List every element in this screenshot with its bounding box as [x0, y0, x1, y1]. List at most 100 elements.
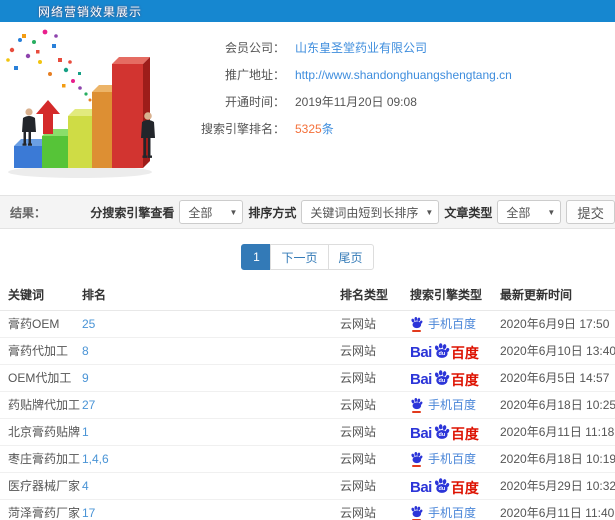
up-arrow — [36, 100, 60, 134]
table-header-row: 关键词 排名 排名类型 搜索引擎类型 最新更新时间 — [0, 280, 615, 311]
svg-text:du: du — [438, 378, 445, 384]
baidu-paw-icon: du — [434, 477, 450, 493]
rank-link[interactable]: 27 — [82, 398, 95, 412]
baidu-logo-cn: 百度 — [450, 425, 479, 442]
info-row: 会员公司： 山东皇圣堂药业有限公司 — [185, 34, 615, 61]
rank-type-cell: 云网站 — [338, 337, 408, 365]
article-type-select[interactable]: 全部 ▼ — [497, 200, 562, 224]
info-value-link[interactable]: http://www.shandonghuangshengtang.cn — [295, 68, 512, 82]
column-header: 搜索引擎类型 — [408, 280, 498, 311]
engine-cell: Bai du 百度 — [408, 472, 498, 500]
engine-cell: 手机百度 — [408, 445, 498, 473]
updated-cell: 2020年6月5日 14:57 — [498, 364, 615, 392]
rank-cell: 17 — [80, 499, 338, 520]
rank-type-cell: 云网站 — [338, 364, 408, 392]
baidu-logo[interactable]: Bai du 百度 — [410, 342, 479, 360]
chevron-down-icon: ▼ — [547, 207, 556, 217]
keyword-cell: 北京膏药贴牌 — [0, 418, 80, 446]
paw-underline — [412, 329, 421, 332]
rank-cell: 27 — [80, 391, 338, 419]
rank-type-cell: 云网站 — [338, 310, 408, 338]
svg-text:du: du — [438, 432, 445, 438]
keyword-cell: 医疗器械厂家 — [0, 472, 80, 500]
result-label: 结果： — [10, 205, 47, 220]
rank-link[interactable]: 1 — [82, 425, 89, 439]
baidu-logo-cn: 百度 — [450, 479, 479, 496]
updated-cell: 2020年6月18日 10:25 — [498, 391, 615, 419]
rank-link[interactable]: 1,4,6 — [82, 452, 109, 466]
baidu-logo[interactable]: Bai du 百度 — [410, 477, 479, 495]
rank-type-cell: 云网站 — [338, 391, 408, 419]
updated-cell: 2020年6月18日 10:19 — [498, 445, 615, 473]
column-header: 关键词 — [0, 280, 80, 311]
rank-cell: 1,4,6 — [80, 445, 338, 473]
engine-filter-label: 分搜索引擎查看 — [90, 205, 175, 220]
svg-text:du: du — [438, 351, 445, 357]
chevron-down-icon: ▼ — [425, 207, 434, 217]
rank-cell: 4 — [80, 472, 338, 500]
info-panel: 会员公司： 山东皇圣堂药业有限公司 推广地址： http://www.shandong… — [185, 26, 615, 190]
article-filter-label: 文章类型 — [444, 205, 493, 220]
paw-underline — [412, 464, 421, 467]
updated-cell: 2020年6月9日 17:50 — [498, 310, 615, 338]
baidu-logo-cn: 百度 — [450, 344, 479, 361]
mobile-baidu-label: 手机百度 — [428, 506, 477, 520]
mobile-baidu-logo[interactable]: 手机百度 — [410, 396, 476, 413]
rank-cell: 9 — [80, 364, 338, 392]
table-row: 膏药代加工 8 云网站 Bai du 百度 2020年6月10日 13:40 — [0, 337, 615, 365]
info-value-link[interactable]: 山东皇圣堂药业有限公司 — [295, 39, 427, 56]
info-row: 开通时间： 2019年11月20日 09:08 — [185, 88, 615, 115]
page-1-button[interactable]: 1 — [241, 244, 272, 270]
mobile-baidu-logo[interactable]: 手机百度 — [410, 504, 476, 520]
info-label: 开通时间： — [224, 95, 285, 109]
baidu-paw-icon — [411, 316, 423, 328]
table-row: OEM代加工 9 云网站 Bai du 百度 2020年6月5日 14:57 — [0, 364, 615, 392]
baidu-paw-icon: du — [434, 423, 450, 439]
rank-link[interactable]: 9 — [82, 371, 89, 385]
engine-cell: Bai du 百度 — [408, 337, 498, 365]
last-page-button[interactable]: 尾页 — [327, 244, 374, 270]
bar-chart-illustration — [6, 29, 155, 178]
mobile-paw — [410, 451, 423, 467]
confetti-dots — [6, 29, 92, 102]
info-row: 推广地址： http://www.shandonghuangshengtang.c… — [185, 61, 615, 88]
baidu-paw-icon — [411, 451, 423, 463]
table-row: 菏泽膏药厂家 17 云网站 手机百度 2020年6月11日 11:40 — [0, 499, 615, 520]
baidu-paw-icon: du — [434, 369, 450, 385]
keyword-cell: 膏药代加工 — [0, 337, 80, 365]
mobile-paw — [410, 505, 423, 520]
mobile-baidu-logo[interactable]: 手机百度 — [410, 450, 476, 467]
rank-count-unit: 条 — [321, 122, 334, 136]
submit-button[interactable]: 提交 — [566, 200, 615, 224]
rank-link[interactable]: 17 — [82, 506, 95, 520]
sort-select[interactable]: 关键词由短到长排序 ▼ — [301, 200, 440, 224]
info-value: 2019年11月20日 09:08 — [295, 95, 417, 109]
mobile-paw — [410, 316, 423, 332]
next-page-button[interactable]: 下一页 — [270, 244, 329, 270]
keyword-cell: OEM代加工 — [0, 364, 80, 392]
rank-link[interactable]: 25 — [82, 317, 95, 331]
baidu-logo[interactable]: Bai du 百度 — [410, 369, 479, 387]
table-row: 医疗器械厂家 4 云网站 Bai du 百度 2020年5月29日 10:32 — [0, 472, 615, 500]
engine-cell: 手机百度 — [408, 499, 498, 520]
rank-cell: 8 — [80, 337, 338, 365]
rank-count-number: 5325 — [295, 122, 322, 136]
rank-link[interactable]: 4 — [82, 479, 89, 493]
page-title: 网络营销效果展示 — [38, 4, 143, 19]
updated-cell: 2020年6月10日 13:40 — [498, 337, 615, 365]
baidu-logo[interactable]: Bai du 百度 — [410, 423, 479, 441]
rank-cell: 1 — [80, 418, 338, 446]
baidu-logo-text: Bai — [410, 478, 432, 496]
rank-type-cell: 云网站 — [338, 445, 408, 473]
engine-cell: 手机百度 — [408, 310, 498, 338]
baidu-logo-text: Bai — [410, 343, 432, 361]
updated-cell: 2020年5月29日 10:32 — [498, 472, 615, 500]
keyword-cell: 菏泽膏药厂家 — [0, 499, 80, 520]
column-header: 最新更新时间 — [498, 280, 615, 311]
rank-link[interactable]: 8 — [82, 344, 89, 358]
updated-cell: 2020年6月11日 11:40 — [498, 499, 615, 520]
mobile-baidu-logo[interactable]: 手机百度 — [410, 315, 476, 332]
keyword-cell: 膏药OEM — [0, 310, 80, 338]
engine-select[interactable]: 全部 ▼ — [179, 200, 244, 224]
keyword-rank-table: 关键词 排名 排名类型 搜索引擎类型 最新更新时间 膏药OEM 25 云网站 手机百度 202… — [0, 280, 615, 520]
